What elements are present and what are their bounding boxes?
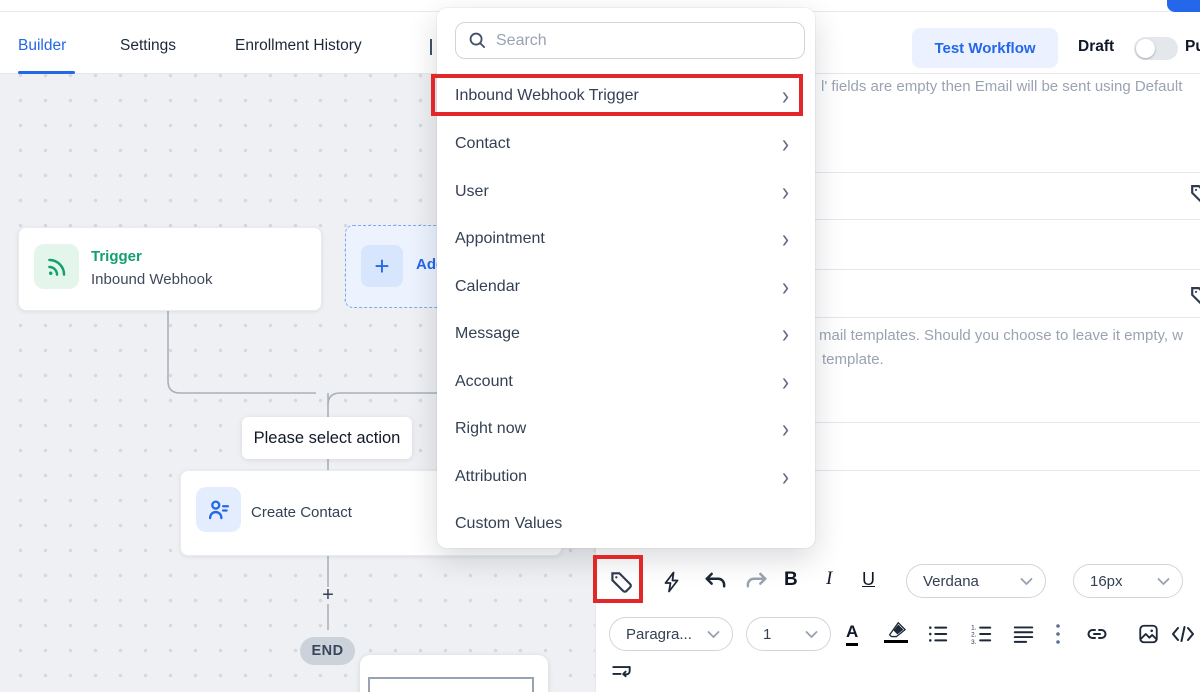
font-family-value: Verdana <box>923 573 979 590</box>
highlight-color-icon[interactable] <box>884 622 908 643</box>
webhook-trigger-icon <box>34 244 79 289</box>
chevron-down-icon <box>805 630 818 639</box>
partial-bottom-card <box>360 655 548 692</box>
font-size-value: 16px <box>1090 573 1123 590</box>
create-contact-label: Create Contact <box>251 504 352 521</box>
paragraph-style-select[interactable]: Paragra... <box>609 617 733 651</box>
font-family-select[interactable]: Verdana <box>906 564 1046 598</box>
menu-item-inbound-webhook-trigger[interactable]: Inbound Webhook Trigger › <box>437 76 815 116</box>
chevron-right-icon: › <box>782 83 789 109</box>
svg-text:3.: 3. <box>971 639 977 644</box>
svg-text:1.: 1. <box>971 624 977 631</box>
menu-item-right-now[interactable]: Right now › <box>437 409 815 449</box>
menu-item-attribution[interactable]: Attribution › <box>437 457 815 497</box>
insert-image-icon[interactable] <box>1135 622 1161 646</box>
text-wrap-icon[interactable] <box>608 662 634 684</box>
font-size-select[interactable]: 16px <box>1073 564 1183 598</box>
insert-link-icon[interactable] <box>1084 623 1110 645</box>
chevron-right-icon: › <box>782 131 789 157</box>
select-action-tooltip: Please select action <box>242 417 412 459</box>
clipped-blue-button[interactable] <box>1167 0 1200 12</box>
lightning-trigger-link-icon[interactable] <box>658 567 686 597</box>
menu-item-calendar[interactable]: Calendar › <box>437 267 815 307</box>
search-icon <box>468 31 487 50</box>
custom-values-tag-icon[interactable] <box>1187 182 1200 208</box>
chevron-right-icon: › <box>782 321 789 347</box>
partial-input-box[interactable] <box>368 677 534 692</box>
menu-item-custom-values[interactable]: Custom Values <box>437 504 815 544</box>
line-height-value: 1 <box>763 626 771 643</box>
chevron-right-icon: › <box>782 226 789 252</box>
paragraph-style-value: Paragra... <box>626 626 692 643</box>
trigger-node-subtitle: Inbound Webhook <box>91 271 213 288</box>
end-badge: END <box>300 637 355 665</box>
toggle-knob <box>1136 39 1155 58</box>
menu-item-account[interactable]: Account › <box>437 362 815 402</box>
bold-button[interactable]: B <box>784 569 798 591</box>
bullet-list-icon[interactable] <box>926 623 950 645</box>
chevron-down-icon <box>1157 577 1170 586</box>
underline-button[interactable]: U <box>862 569 875 590</box>
align-text-icon[interactable] <box>1011 623 1035 645</box>
menu-item-appointment[interactable]: Appointment › <box>437 219 815 259</box>
email-helper-text-mid-1: mail templates. Should you choose to lea… <box>819 327 1183 344</box>
redo-icon[interactable] <box>742 569 770 595</box>
create-contact-icon <box>196 487 241 532</box>
search-input[interactable] <box>496 32 792 50</box>
clipped-tab-text <box>430 39 432 55</box>
chevron-down-icon <box>1020 577 1033 586</box>
add-step-plus-icon[interactable]: + <box>318 584 338 607</box>
italic-button[interactable]: I <box>826 568 832 590</box>
email-helper-text-top: l' fields are empty then Email will be s… <box>821 78 1182 95</box>
custom-values-tag-icon[interactable] <box>1187 284 1200 310</box>
menu-item-user[interactable]: User › <box>437 172 815 212</box>
line-height-select[interactable]: 1 <box>746 617 831 651</box>
trigger-node-title: Trigger <box>91 248 142 265</box>
plus-icon: + <box>361 245 403 287</box>
chevron-right-icon: › <box>782 274 789 300</box>
chevron-down-icon <box>707 630 720 639</box>
code-view-icon[interactable] <box>1169 623 1197 645</box>
menu-item-contact[interactable]: Contact › <box>437 124 815 164</box>
active-tab-underline <box>18 71 75 74</box>
trigger-node[interactable]: Trigger Inbound Webhook <box>18 227 322 311</box>
chevron-right-icon: › <box>782 179 789 205</box>
tab-settings[interactable]: Settings <box>120 37 176 55</box>
tag-merge-field-icon[interactable] <box>604 566 636 598</box>
action-picker-menu: Inbound Webhook Trigger › Contact › User… <box>437 8 815 548</box>
test-workflow-button[interactable]: Test Workflow <box>912 28 1058 68</box>
action-search-box[interactable] <box>455 22 805 59</box>
chevron-right-icon: › <box>782 369 789 395</box>
tab-enrollment-history[interactable]: Enrollment History <box>235 37 362 55</box>
publish-label-partial: Pu <box>1185 38 1200 56</box>
chevron-right-icon: › <box>782 416 789 442</box>
chevron-right-icon: › <box>782 464 789 490</box>
email-helper-text-mid-2: template. <box>822 351 884 368</box>
publish-toggle[interactable] <box>1134 37 1178 60</box>
menu-item-message[interactable]: Message › <box>437 314 815 354</box>
svg-text:2.: 2. <box>971 632 977 639</box>
tab-builder[interactable]: Builder <box>18 37 66 55</box>
numbered-list-icon[interactable]: 1. 2. 3. <box>970 623 994 645</box>
more-options-icon[interactable] <box>1052 622 1064 646</box>
draft-label: Draft <box>1078 38 1114 56</box>
text-color-button[interactable]: A <box>846 622 858 646</box>
undo-icon[interactable] <box>702 569 730 595</box>
